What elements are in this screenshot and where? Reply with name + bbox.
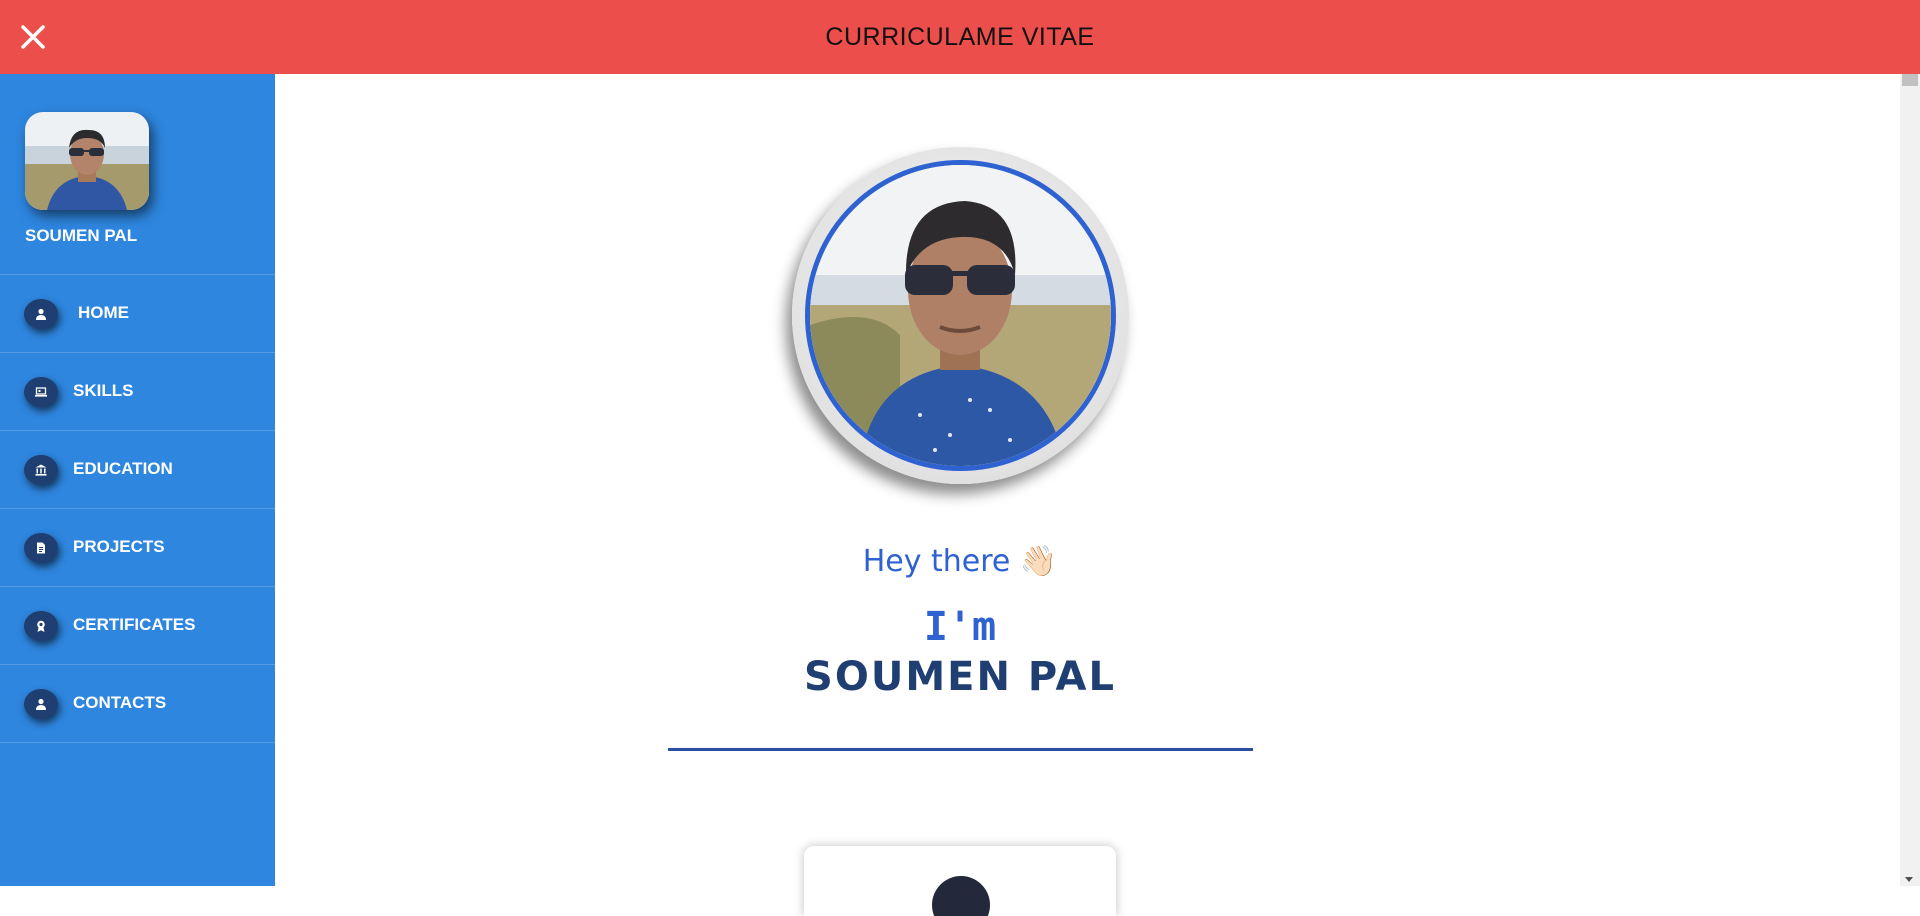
hero-photo <box>805 160 1116 471</box>
hero-greeting: Hey there 👋🏻 <box>862 544 1058 579</box>
close-button[interactable] <box>18 22 48 52</box>
close-icon <box>21 25 45 49</box>
sidebar-item-certificates[interactable]: CERTIFICATES <box>0 587 275 665</box>
sidebar-item-label: CERTIFICATES <box>73 615 196 634</box>
card-icon <box>932 876 990 916</box>
award-icon <box>24 611 58 641</box>
sidebar-item-label: EDUCATION <box>73 459 173 478</box>
sidebar-item-projects[interactable]: PROJECTS <box>0 509 275 587</box>
hero-divider <box>668 748 1253 751</box>
user-icon <box>24 689 58 719</box>
sidebar: SOUMEN PAL HOME SKILLS EDUCATION PROJECT… <box>0 74 275 886</box>
laptop-icon <box>24 377 58 407</box>
document-icon <box>24 533 58 563</box>
info-card <box>804 846 1116 916</box>
main-content: Hey there 👋🏻 I'm SOUMEN PAL <box>275 74 1900 916</box>
user-icon <box>24 299 58 329</box>
sidebar-item-contacts[interactable]: CONTACTS <box>0 665 275 743</box>
sidebar-profile: SOUMEN PAL <box>0 74 275 275</box>
avatar <box>25 112 149 210</box>
sidebar-item-education[interactable]: EDUCATION <box>0 431 275 509</box>
profile-name: SOUMEN PAL <box>25 226 138 245</box>
sidebar-item-label: CONTACTS <box>73 693 167 712</box>
app-title: CURRICULAME VITAE <box>825 23 1095 51</box>
hero-intro: I'm <box>923 604 997 650</box>
avatar-photo <box>25 112 149 210</box>
sidebar-item-home[interactable]: HOME <box>0 275 275 353</box>
sidebar-item-skills[interactable]: SKILLS <box>0 353 275 431</box>
hero-portrait-image <box>810 165 1111 466</box>
sidebar-item-label: PROJECTS <box>73 537 165 556</box>
sidebar-item-label: HOME <box>78 303 129 322</box>
top-app-bar: CURRICULAME VITAE <box>0 0 1920 74</box>
scroll-down-arrow-icon[interactable] <box>1905 877 1913 882</box>
vertical-scrollbar[interactable] <box>1900 74 1920 886</box>
hero-name: SOUMEN PAL <box>804 654 1116 700</box>
sidebar-item-label: SKILLS <box>73 381 134 400</box>
scrollbar-thumb[interactable] <box>1902 74 1918 86</box>
institution-icon <box>24 455 58 485</box>
